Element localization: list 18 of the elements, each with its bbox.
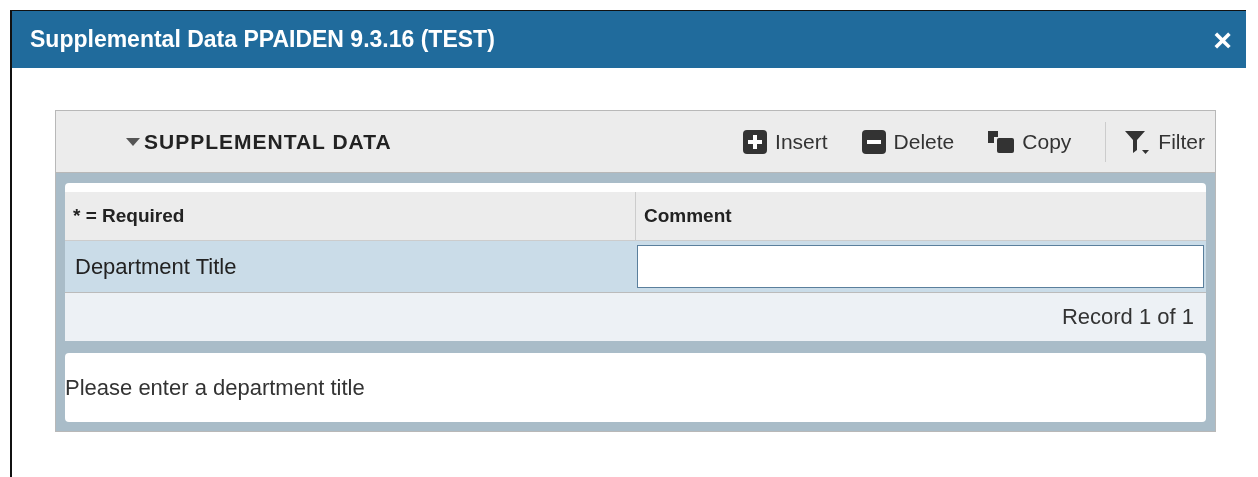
copy-button[interactable]: Copy [988, 129, 1072, 154]
filter-icon [1124, 128, 1151, 155]
column-header: Comment [635, 192, 1206, 241]
comment-field[interactable] [637, 245, 1204, 288]
window-title: Supplemental Data PPAIDEN 9.3.16 (TEST) [30, 26, 495, 53]
insert-button[interactable]: Insert [743, 129, 828, 154]
record-count: Record 1 of 1 [65, 293, 1206, 341]
table-cell: Department Title [65, 241, 635, 293]
copy-icon [988, 130, 1015, 153]
minus-icon [861, 129, 886, 154]
caret-icon [126, 137, 140, 146]
hint-text: Please enter a department title [65, 353, 1206, 422]
filter-button[interactable]: Filter [1124, 128, 1205, 155]
close-button[interactable]: × [1213, 23, 1232, 56]
plus-icon [743, 129, 768, 154]
delete-button[interactable]: Delete [861, 129, 955, 154]
column-header: * = Required [65, 192, 635, 241]
section-toggle[interactable]: SUPPLEMENTAL DATA [126, 129, 392, 154]
